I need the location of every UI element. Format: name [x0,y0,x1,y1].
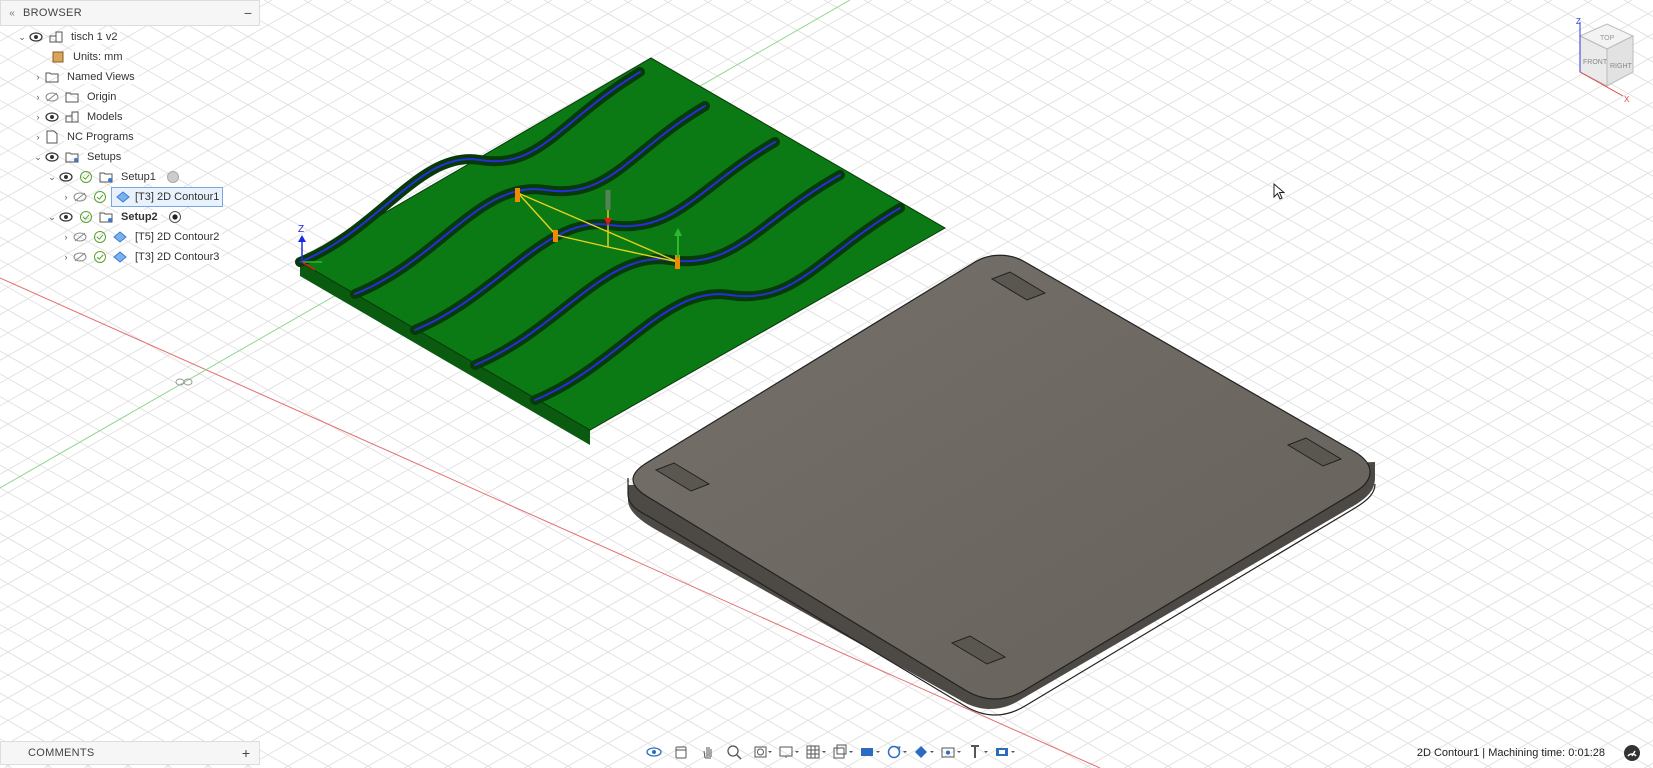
browser-header: « BROWSER − [0,0,260,26]
chevron-right-icon[interactable]: › [32,131,44,143]
simulation-icon[interactable] [885,742,909,762]
chevron-down-icon[interactable]: ⌄ [32,151,44,163]
browser-panel: « BROWSER − ⌄ tisch 1 v2 Units: mm › Nam… [0,0,262,280]
tree-item-label: Setup1 [118,170,159,184]
svg-text:Z: Z [298,224,304,235]
zoom-icon[interactable] [723,742,747,762]
tree-item-origin[interactable]: › Origin [32,87,120,107]
tree-item-setup1[interactable]: ⌄ Setup1 [46,167,185,187]
pan-icon[interactable] [669,742,693,762]
collapse-panel-button[interactable]: « [1,8,23,19]
machining-status: 2D Contour1 | Machining time: 0:01:28 [1416,747,1605,759]
tree-item-contour1[interactable]: › [T3] 2D Contour1 [60,187,224,207]
browser-title: BROWSER [23,7,82,19]
setup-icon [98,209,114,225]
stock-icon[interactable] [912,742,936,762]
orbit-icon[interactable] [642,742,666,762]
assembly-icon [64,109,80,125]
viewcube-axis-z: Z [1576,17,1581,26]
tree-item-label: tisch 1 v2 [68,30,121,44]
viewcube-front-label[interactable]: FRONT [1583,59,1608,66]
tree-item-models[interactable]: › Models [32,107,126,127]
grid-icon[interactable] [804,742,828,762]
chevron-right-icon[interactable]: › [60,191,72,203]
units-icon [50,49,66,65]
tree-item-label: Origin [84,90,120,104]
chevron-right-icon[interactable]: › [60,251,72,263]
eye-icon[interactable] [44,109,60,125]
contour-icon [115,189,131,205]
tree-item-label: [T3] 2D Contour1 [135,191,220,203]
add-comment-button[interactable]: + [233,745,259,761]
viewcube-right-label[interactable]: RIGHT [1610,63,1633,70]
tree-item-document[interactable]: ⌄ tisch 1 v2 [16,27,121,47]
activate-radio-icon[interactable] [165,169,181,185]
view-cube[interactable]: TOP FRONT RIGHT Z X [1545,14,1640,109]
comments-title: COMMENTS [28,747,95,759]
chevron-right-icon[interactable]: › [60,231,72,243]
viewcube-top-label[interactable]: TOP [1600,35,1615,42]
chevron-right-icon[interactable]: › [32,111,44,123]
tree-item-contour2[interactable]: › [T5] 2D Contour2 [60,227,223,247]
tree-item-label: NC Programs [64,130,137,144]
chevron-down-icon[interactable]: ⌄ [46,171,58,183]
setups-folder-icon [64,149,80,165]
tree-item-contour3[interactable]: › [T3] 2D Contour3 [60,247,223,267]
eye-hidden-icon[interactable] [72,229,88,245]
eye-icon[interactable] [58,169,74,185]
tree-item-label: Named Views [64,70,138,84]
chevron-down-icon[interactable]: ⌄ [46,211,58,223]
display-settings-icon[interactable] [777,742,801,762]
tree-item-nc-programs[interactable]: › NC Programs [32,127,137,147]
tree-item-label: [T5] 2D Contour2 [132,230,223,244]
status-gauge-icon[interactable] [1623,744,1641,762]
environment-icon[interactable] [858,742,882,762]
tree-item-label: Models [84,110,126,124]
valid-check-icon [78,169,94,185]
eye-icon[interactable] [28,29,44,45]
eye-hidden-icon[interactable] [72,249,88,265]
tree-item-named-views[interactable]: › Named Views [32,67,138,87]
tree-item-setup2[interactable]: ⌄ Setup2 [46,207,187,227]
tree-item-label: [T3] 2D Contour3 [132,250,223,264]
valid-check-icon [92,229,108,245]
chevron-right-icon[interactable]: › [32,91,44,103]
contour-icon [112,249,128,265]
fit-icon[interactable] [750,742,774,762]
valid-check-icon [78,209,94,225]
hand-icon[interactable] [696,742,720,762]
comments-panel: COMMENTS + [0,741,260,765]
valid-check-icon [92,189,108,205]
folder-icon [44,69,60,85]
contour-icon [112,229,128,245]
folder-icon [64,89,80,105]
assembly-icon [48,29,64,45]
tree-item-label: Setups [84,150,125,164]
nc-program-icon [44,129,60,145]
tree-item-label: Setup2 [118,210,161,224]
mouse-pointer-icon [1273,182,1286,204]
tree-item-label: Units: mm [70,50,126,64]
eye-hidden-icon[interactable] [44,89,60,105]
eye-icon[interactable] [44,149,60,165]
chevron-right-icon[interactable]: › [32,71,44,83]
camera-icon[interactable] [939,742,963,762]
minimize-panel-button[interactable]: − [237,5,259,21]
eye-icon[interactable] [58,209,74,225]
eye-hidden-icon[interactable] [72,189,88,205]
navigation-toolbar [642,740,1017,764]
machine-icon[interactable] [993,742,1017,762]
active-radio-icon[interactable] [167,209,183,225]
setup-icon [98,169,114,185]
viewcube-axis-x: X [1624,95,1630,104]
tree-item-setups[interactable]: ⌄ Setups [32,147,125,167]
chevron-down-icon[interactable]: ⌄ [16,31,28,43]
tree-item-units[interactable]: Units: mm [50,47,126,67]
valid-check-icon [92,249,108,265]
tool-icon[interactable] [966,742,990,762]
visual-style-icon[interactable] [831,742,855,762]
